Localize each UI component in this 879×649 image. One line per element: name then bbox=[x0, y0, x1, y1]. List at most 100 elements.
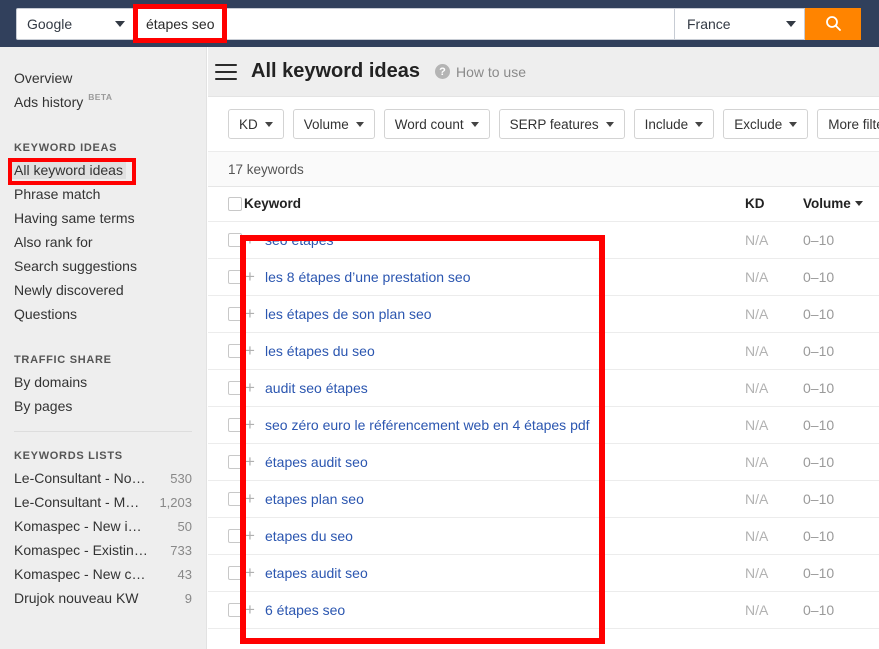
add-keyword-icon[interactable]: + bbox=[244, 342, 256, 359]
row-checkbox[interactable] bbox=[228, 602, 242, 617]
keyword-link[interactable]: seo zéro euro le référencement web en 4 … bbox=[265, 417, 590, 433]
sidebar-item-newly-discovered[interactable]: Newly discovered bbox=[0, 278, 206, 302]
keyword-link[interactable]: audit seo étapes bbox=[265, 380, 368, 396]
sidebar-item-also-rank-for[interactable]: Also rank for bbox=[0, 230, 206, 254]
chevron-down-icon bbox=[264, 121, 273, 127]
country-select[interactable]: France bbox=[675, 7, 805, 40]
add-keyword-icon[interactable]: + bbox=[244, 601, 256, 618]
select-all-checkbox[interactable] bbox=[228, 196, 242, 211]
table-row[interactable]: + les étapes du seo N/A 0–10 bbox=[208, 332, 879, 370]
volume-cell: 0–10 bbox=[803, 517, 879, 555]
row-checkbox[interactable] bbox=[228, 306, 242, 321]
keyword-ideas-table: Keyword KD Volume + seo étapes N/A 0–10 bbox=[208, 187, 879, 629]
row-checkbox[interactable] bbox=[228, 343, 242, 358]
row-checkbox[interactable] bbox=[228, 528, 242, 543]
table-row[interactable]: + étapes audit seo N/A 0–10 bbox=[208, 443, 879, 481]
keyword-link[interactable]: etapes plan seo bbox=[265, 491, 364, 507]
filter-volume-button[interactable]: Volume bbox=[292, 109, 375, 139]
list-item[interactable]: Komaspec - New i… 50 bbox=[0, 514, 206, 538]
search-engine-select[interactable]: Google bbox=[16, 7, 134, 40]
volume-value: 0–10 bbox=[803, 231, 835, 248]
keyword-link[interactable]: 6 étapes seo bbox=[265, 602, 345, 618]
list-item[interactable]: Le-Consultant - M… 1,203 bbox=[0, 490, 206, 514]
kd-cell: N/A bbox=[745, 480, 803, 518]
keyword-link[interactable]: les 8 étapes d’une prestation seo bbox=[265, 269, 470, 285]
add-keyword-icon[interactable]: + bbox=[244, 231, 256, 248]
filter-include-button[interactable]: Include bbox=[633, 109, 715, 139]
row-checkbox[interactable] bbox=[228, 491, 242, 506]
filter-word-count-button[interactable]: Word count bbox=[383, 109, 490, 139]
sidebar-item-overview[interactable]: Overview bbox=[0, 66, 206, 90]
table-row[interactable]: + seo zéro euro le référencement web en … bbox=[208, 406, 879, 444]
volume-value: 0–10 bbox=[803, 416, 835, 433]
keyword-link[interactable]: etapes du seo bbox=[265, 528, 353, 544]
list-item[interactable]: Le-Consultant - No… 530 bbox=[0, 466, 206, 490]
sidebar-item-questions[interactable]: Questions bbox=[0, 302, 206, 326]
add-keyword-icon[interactable]: + bbox=[244, 490, 256, 507]
table-row[interactable]: + 6 étapes seo N/A 0–10 bbox=[208, 591, 879, 629]
sidebar-item-label: Newly discovered bbox=[14, 282, 124, 298]
table-row[interactable]: + audit seo étapes N/A 0–10 bbox=[208, 369, 879, 407]
sidebar-item-by-pages[interactable]: By pages bbox=[0, 394, 206, 418]
row-select-cell bbox=[208, 406, 244, 444]
table-row[interactable]: + etapes du seo N/A 0–10 bbox=[208, 517, 879, 555]
sidebar-item-label: Having same terms bbox=[14, 210, 135, 226]
search-query-input[interactable]: étapes seo bbox=[134, 7, 675, 40]
filter-serp-features-button[interactable]: SERP features bbox=[498, 109, 625, 139]
sidebar-item-label: All keyword ideas bbox=[11, 161, 126, 179]
row-checkbox[interactable] bbox=[228, 380, 242, 395]
kd-value: N/A bbox=[745, 564, 769, 581]
search-query-value: étapes seo bbox=[146, 15, 215, 32]
list-item[interactable]: Komaspec - New c… 43 bbox=[0, 562, 206, 586]
filter-kd-button[interactable]: KD bbox=[228, 109, 284, 139]
row-checkbox[interactable] bbox=[228, 565, 242, 580]
sidebar-item-all-keyword-ideas[interactable]: All keyword ideas bbox=[0, 158, 206, 182]
main-content: All keyword ideas ? How to use KD Volume… bbox=[208, 47, 879, 649]
table-row[interactable]: + etapes audit seo N/A 0–10 bbox=[208, 554, 879, 592]
search-button[interactable] bbox=[805, 7, 861, 40]
hamburger-icon[interactable] bbox=[215, 63, 237, 80]
row-checkbox[interactable] bbox=[228, 269, 242, 284]
column-header-keyword[interactable]: Keyword bbox=[244, 187, 745, 222]
add-keyword-icon[interactable]: + bbox=[244, 564, 256, 581]
add-keyword-icon[interactable]: + bbox=[244, 268, 256, 285]
add-keyword-icon[interactable]: + bbox=[244, 453, 256, 470]
sidebar-item-by-domains[interactable]: By domains bbox=[0, 370, 206, 394]
keyword-list-name: Le-Consultant - No… bbox=[14, 470, 146, 486]
add-keyword-icon[interactable]: + bbox=[244, 305, 256, 322]
table-row[interactable]: + les 8 étapes d’une prestation seo N/A … bbox=[208, 258, 879, 296]
beta-badge: BETA bbox=[88, 92, 113, 102]
list-item[interactable]: Drujok nouveau KW 9 bbox=[0, 586, 206, 610]
add-keyword-icon[interactable]: + bbox=[244, 379, 256, 396]
sidebar-item-ads-history[interactable]: Ads history BETA bbox=[0, 90, 206, 114]
add-keyword-icon[interactable]: + bbox=[244, 527, 256, 544]
volume-cell: 0–10 bbox=[803, 221, 879, 259]
sidebar-item-phrase-match[interactable]: Phrase match bbox=[0, 182, 206, 206]
keyword-link[interactable]: seo étapes bbox=[265, 232, 334, 248]
list-item[interactable]: Komaspec - Existin… 733 bbox=[0, 538, 206, 562]
sidebar-item-search-suggestions[interactable]: Search suggestions bbox=[0, 254, 206, 278]
country-value: France bbox=[687, 15, 731, 32]
volume-value: 0–10 bbox=[803, 564, 835, 581]
column-header-kd[interactable]: KD bbox=[745, 187, 803, 222]
volume-value: 0–10 bbox=[803, 527, 835, 544]
row-checkbox[interactable] bbox=[228, 232, 242, 247]
keyword-link[interactable]: etapes audit seo bbox=[265, 565, 368, 581]
filter-bar: KD Volume Word count SERP features Inclu… bbox=[208, 97, 879, 151]
table-row[interactable]: + les étapes de son plan seo N/A 0–10 bbox=[208, 295, 879, 333]
volume-value: 0–10 bbox=[803, 379, 835, 396]
more-filters-button[interactable]: More filters bbox=[817, 109, 879, 139]
keyword-link[interactable]: étapes audit seo bbox=[265, 454, 368, 470]
row-checkbox[interactable] bbox=[228, 454, 242, 469]
keyword-link[interactable]: les étapes de son plan seo bbox=[265, 306, 432, 322]
table-row[interactable]: + etapes plan seo N/A 0–10 bbox=[208, 480, 879, 518]
row-checkbox[interactable] bbox=[228, 417, 242, 432]
column-header-volume[interactable]: Volume bbox=[803, 187, 879, 222]
keyword-link[interactable]: les étapes du seo bbox=[265, 343, 375, 359]
filter-exclude-button[interactable]: Exclude bbox=[723, 109, 809, 139]
sidebar-item-having-same-terms[interactable]: Having same terms bbox=[0, 206, 206, 230]
kd-cell: N/A bbox=[745, 517, 803, 555]
table-row[interactable]: + seo étapes N/A 0–10 bbox=[208, 221, 879, 259]
add-keyword-icon[interactable]: + bbox=[244, 416, 256, 433]
how-to-use-link[interactable]: ? How to use bbox=[434, 64, 526, 80]
